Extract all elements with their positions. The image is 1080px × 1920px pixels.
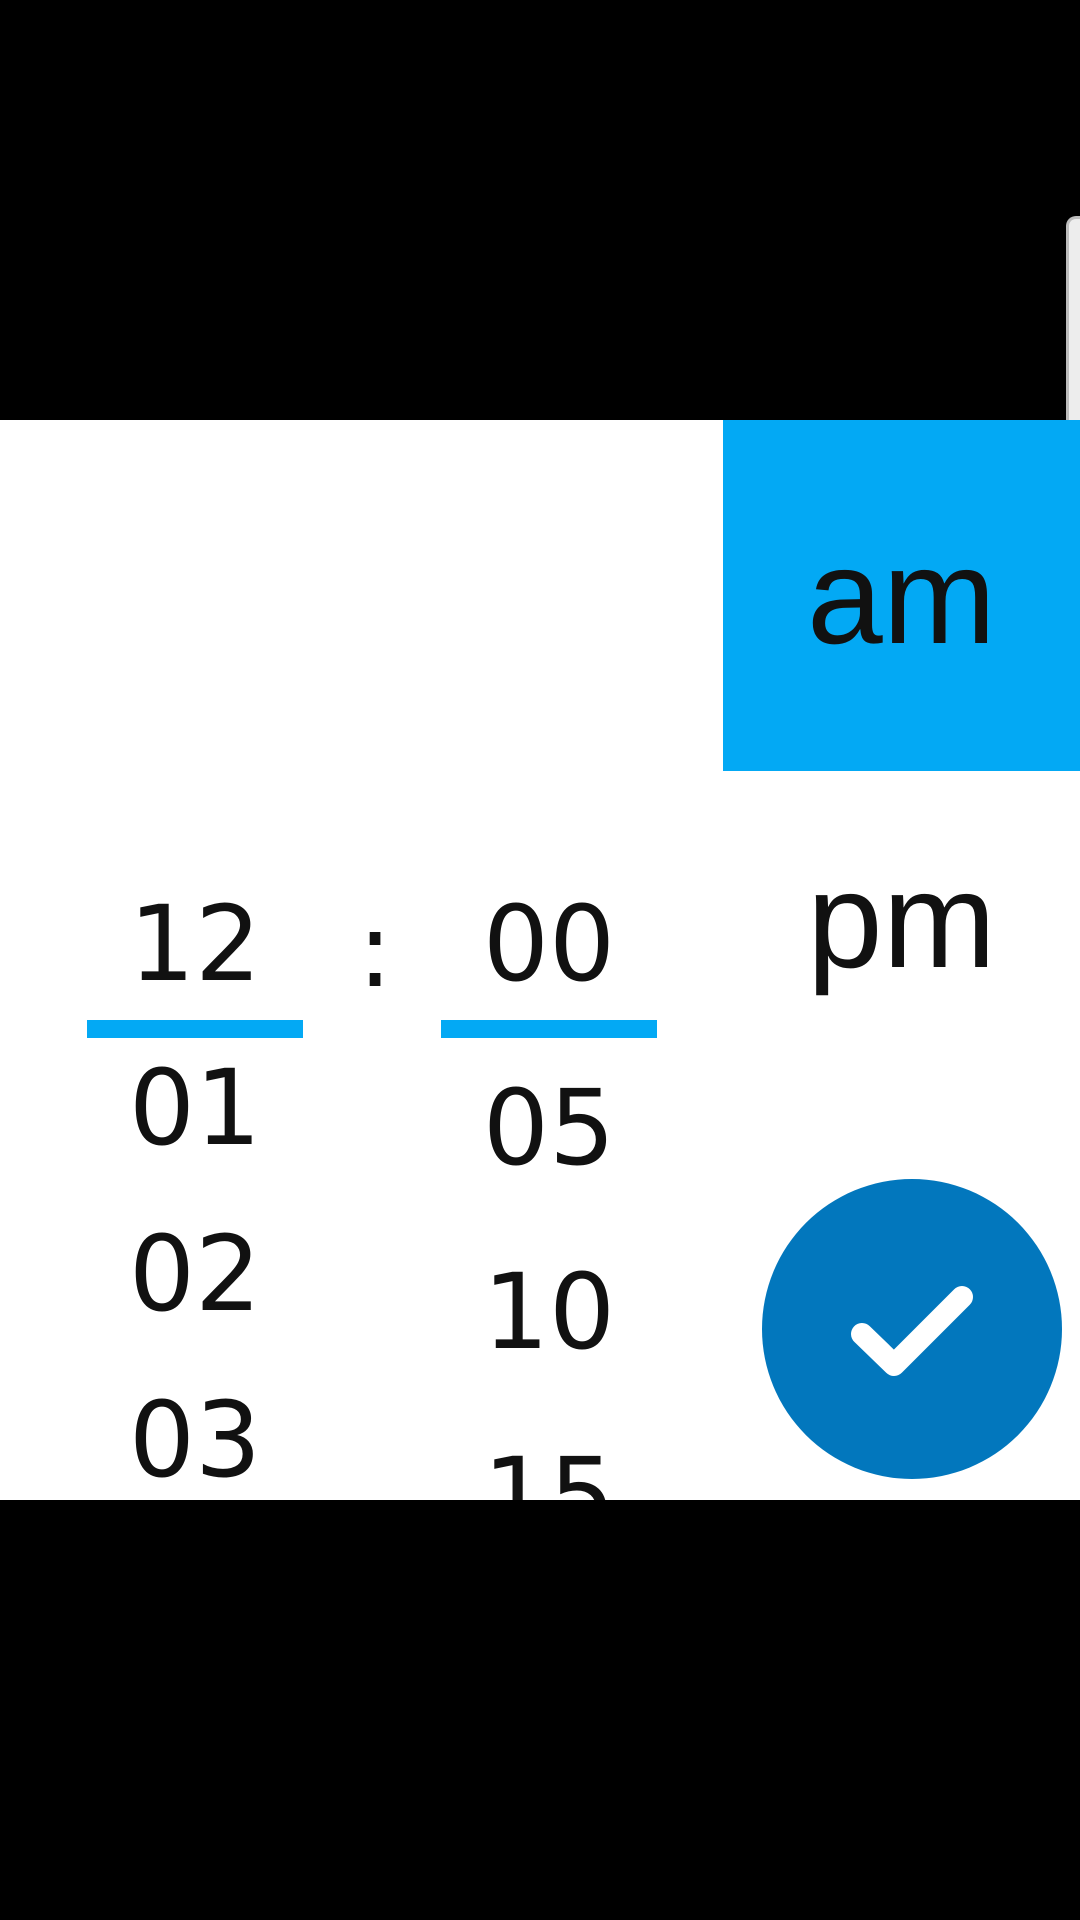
am-button[interactable]: am [723,420,1080,771]
top-black-area [0,0,1080,420]
minute-wheel[interactable]: 00 05 10 15 [441,420,657,1500]
hour-selected-underline [87,1020,303,1038]
time-picker-panel: 12 01 02 03 : 00 05 10 15 am pm [0,420,1080,1500]
minute-selected-underline [441,1020,657,1038]
hour-option[interactable]: 02 [87,1214,303,1334]
check-icon [851,1286,973,1376]
time-picker-screen: 12 01 02 03 : 00 05 10 15 am pm [0,0,1080,1920]
minute-option[interactable]: 05 [441,1068,657,1188]
confirm-button[interactable] [762,1179,1062,1479]
hour-option[interactable]: 03 [87,1380,303,1500]
hour-wheel[interactable]: 12 01 02 03 [87,420,303,1500]
time-separator: : [357,889,393,1011]
minute-selected[interactable]: 00 [441,884,657,1004]
hour-selected[interactable]: 12 [87,884,303,1004]
bottom-black-area [0,1500,1080,1920]
pm-button[interactable]: pm [723,744,1080,1095]
minute-option[interactable]: 10 [441,1252,657,1372]
minute-option[interactable]: 15 [441,1436,657,1500]
hour-option[interactable]: 01 [87,1048,303,1168]
